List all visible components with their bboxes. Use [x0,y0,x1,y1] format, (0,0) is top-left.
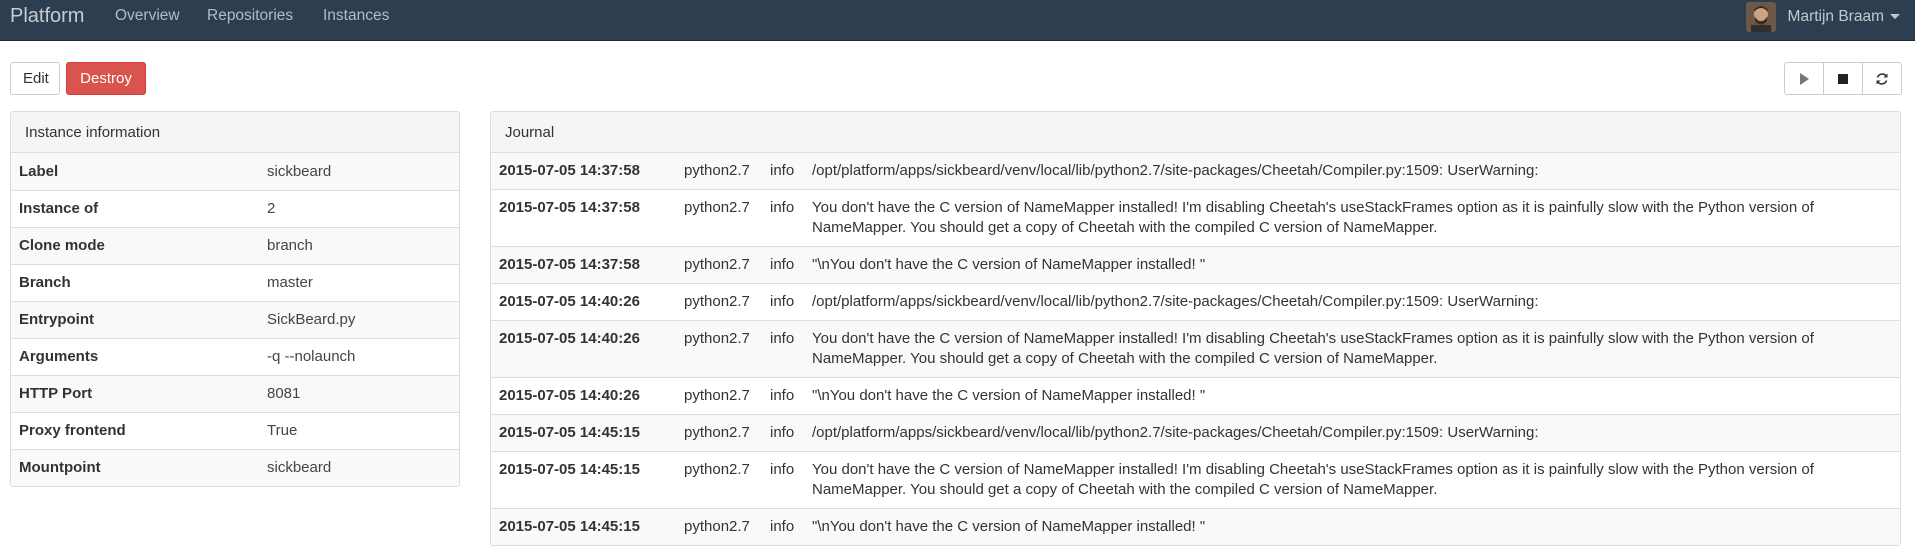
journal-level: info [762,377,804,415]
journal-level: info [762,189,804,247]
stop-icon [1838,73,1848,84]
journal-panel: Journal 2015-07-05 14:37:58 python2.7 info… [490,111,1901,546]
journal-time: 2015-07-05 14:40:26 [491,320,676,378]
info-value: SickBeard.py [259,300,459,338]
journal-message: /opt/platform/apps/sickbeard/venv/local/… [804,414,1900,452]
journal-message: "\nYou don't have the C version of NameM… [804,246,1900,284]
info-key: Arguments [11,337,259,375]
table-row: HTTP Port 8081 [11,374,459,412]
journal-process: python2.7 [676,320,762,378]
info-key: Branch [11,263,259,301]
table-row: Entrypoint SickBeard.py [11,300,459,338]
top-navbar: Platform Overview Repositories Instances… [0,0,1915,41]
journal-entry: 2015-07-05 14:45:15 python2.7 info You don'… [491,451,1900,509]
journal-time: 2015-07-05 14:37:58 [491,189,676,247]
journal-entry: 2015-07-05 14:37:58 python2.7 info You don'… [491,189,1900,247]
start-button[interactable] [1784,62,1824,95]
journal-entry: 2015-07-05 14:37:58 python2.7 info "\nYou d… [491,246,1900,284]
info-key: HTTP Port [11,374,259,412]
journal-entry: 2015-07-05 14:37:58 python2.7 info/opt/pla… [491,153,1900,190]
journal-entry: 2015-07-05 14:45:15 python2.7 info/opt/pla… [491,414,1900,452]
instance-info-panel: Instance information Label sickbeard Insta… [10,111,460,487]
user-name: Martijn Braam [1787,7,1884,25]
instance-controls [1784,62,1902,95]
refresh-icon [1876,72,1888,85]
nav-link-overview[interactable]: Overview [115,7,180,25]
journal-process: python2.7 [676,451,762,509]
table-row: Mountpoint sickbeard [11,448,459,486]
restart-button[interactable] [1862,62,1902,95]
table-row: Proxy frontend True [11,411,459,449]
journal-process: python2.7 [676,414,762,452]
journal-table: 2015-07-05 14:37:58 python2.7 info/opt/pla… [491,153,1900,545]
info-key: Label [11,153,259,190]
stop-button[interactable] [1823,62,1863,95]
journal-process: python2.7 [676,153,762,190]
journal-message: You don't have the C version of NameMapp… [804,189,1900,247]
user-menu[interactable]: Martijn Braam [1745,0,1900,33]
info-value: sickbeard [259,153,459,190]
journal-process: python2.7 [676,189,762,247]
journal-level: info [762,414,804,452]
journal-message: You don't have the C version of NameMapp… [804,451,1900,509]
brand-link[interactable]: Platform [10,5,84,28]
info-value: -q --nolaunch [259,337,459,375]
edit-button[interactable]: Edit [10,62,60,95]
nav-link-instances[interactable]: Instances [323,7,389,25]
instance-info-table: Label sickbeard Instance of 2 Clone mode bran… [11,153,459,486]
journal-level: info [762,320,804,378]
journal-level: info [762,283,804,321]
play-icon [1800,72,1809,85]
journal-level: info [762,451,804,509]
journal-process: python2.7 [676,377,762,415]
journal-process: python2.7 [676,246,762,284]
journal-message: "\nYou don't have the C version of NameM… [804,377,1900,415]
info-key: Proxy frontend [11,411,259,449]
table-row: Branch master [11,263,459,301]
info-value: master [259,263,459,301]
info-value: branch [259,226,459,264]
journal-process: python2.7 [676,283,762,321]
destroy-button[interactable]: Destroy [66,62,146,95]
journal-time: 2015-07-05 14:40:26 [491,283,676,321]
table-row: Arguments -q --nolaunch [11,337,459,375]
info-key: Mountpoint [11,448,259,486]
chevron-down-icon [1890,14,1900,19]
journal-entry: 2015-07-05 14:40:26 python2.7 info "\nYou d… [491,377,1900,415]
journal-message: "\nYou don't have the C version of NameM… [804,508,1900,545]
instance-info-title: Instance information [11,112,459,153]
journal-message: You don't have the C version of NameMapp… [804,320,1900,378]
journal-time: 2015-07-05 14:37:58 [491,153,676,190]
table-row: Clone mode branch [11,226,459,264]
table-row: Instance of 2 [11,189,459,227]
table-row: Label sickbeard [11,153,459,190]
info-value: sickbeard [259,448,459,486]
journal-level: info [762,246,804,284]
avatar [1745,1,1776,32]
info-value: True [259,411,459,449]
journal-message: /opt/platform/apps/sickbeard/venv/local/… [804,283,1900,321]
info-key: Entrypoint [11,300,259,338]
info-value: 2 [259,189,459,227]
journal-title: Journal [491,112,1900,153]
nav-link-repositories[interactable]: Repositories [207,7,293,25]
info-key: Clone mode [11,226,259,264]
journal-time: 2015-07-05 14:40:26 [491,377,676,415]
info-value: 8081 [259,374,459,412]
journal-level: info [762,153,804,190]
journal-entry: 2015-07-05 14:40:26 python2.7 info You don'… [491,320,1900,378]
journal-time: 2015-07-05 14:37:58 [491,246,676,284]
info-key: Instance of [11,189,259,227]
journal-entry: 2015-07-05 14:40:26 python2.7 info/opt/pla… [491,283,1900,321]
journal-process: python2.7 [676,508,762,545]
journal-time: 2015-07-05 14:45:15 [491,414,676,452]
journal-time: 2015-07-05 14:45:15 [491,508,676,545]
journal-entry: 2015-07-05 14:45:15 python2.7 info "\nYou d… [491,508,1900,545]
journal-message: /opt/platform/apps/sickbeard/venv/local/… [804,153,1900,190]
journal-level: info [762,508,804,545]
journal-time: 2015-07-05 14:45:15 [491,451,676,509]
